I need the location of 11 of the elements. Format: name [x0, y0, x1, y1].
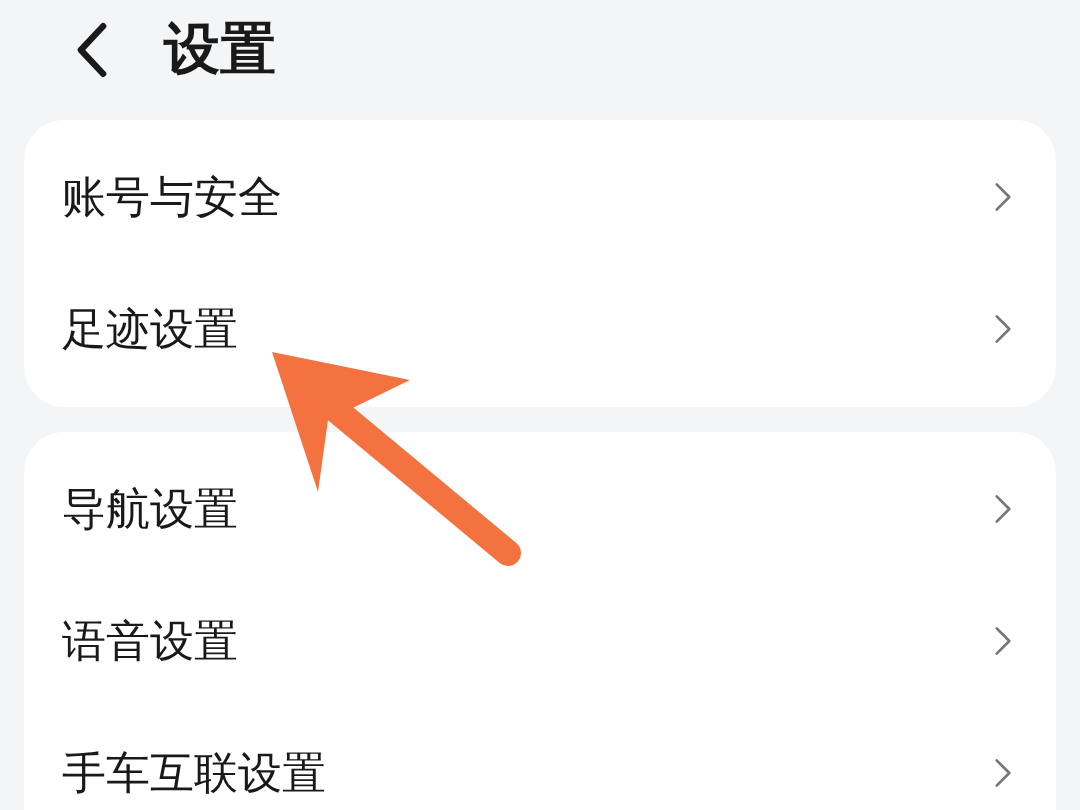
settings-row[interactable]: 账号与安全	[24, 131, 1056, 263]
row-label: 足迹设置	[62, 301, 238, 356]
row-label: 账号与安全	[62, 169, 282, 224]
page-title: 设置	[164, 15, 276, 83]
row-label: 导航设置	[62, 481, 238, 536]
settings-row[interactable]: 足迹设置	[24, 263, 1056, 395]
settings-row[interactable]: 手车互联设置	[24, 707, 1056, 810]
row-label: 手车互联设置	[62, 745, 326, 800]
settings-row[interactable]: 导航设置	[24, 443, 1056, 575]
settings-row[interactable]: 语音设置	[24, 575, 1056, 707]
row-label: 语音设置	[62, 613, 238, 668]
